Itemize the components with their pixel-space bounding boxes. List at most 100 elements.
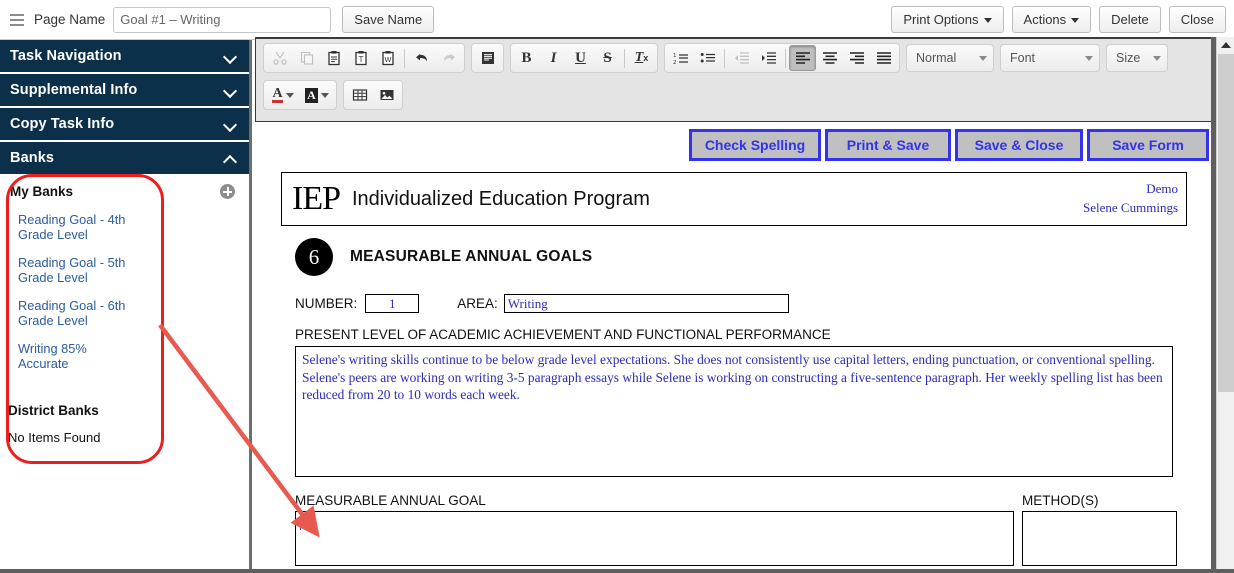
section-title: MEASURABLE ANNUAL GOALS (350, 248, 593, 265)
chevron-down-icon (983, 18, 992, 24)
justify-icon[interactable] (870, 45, 897, 71)
bank-item-writing-85-accurate[interactable]: Writing 85% Accurate (0, 341, 150, 371)
print-and-save-button[interactable]: Print & Save (825, 129, 951, 161)
toolbar-group-clipboard: T W (263, 43, 465, 73)
document-header: IEP Individualized Education Program Dem… (281, 172, 1187, 226)
save-form-button[interactable]: Save Form (1087, 129, 1209, 161)
bank-item-reading-goal-5th[interactable]: Reading Goal - 5th Grade Level (0, 255, 150, 285)
toolbar-group-basic-styles: B I U S Tx (510, 43, 658, 73)
save-and-close-button[interactable]: Save & Close (955, 129, 1083, 161)
methods-textarea[interactable] (1022, 511, 1177, 566)
toolbar-group-paragraph: 12 (664, 43, 900, 73)
number-area-row: NUMBER: 1 AREA: Writing (281, 294, 1187, 313)
bank-item-reading-goal-4th[interactable]: Reading Goal - 4th Grade Level (0, 212, 150, 242)
my-banks-header: My Banks (0, 184, 249, 199)
delete-button[interactable]: Delete (1099, 6, 1161, 33)
save-name-button[interactable]: Save Name (342, 6, 435, 33)
svg-text:W: W (384, 56, 391, 64)
banks-panel: My Banks Reading Goal - 4th Grade Level … (0, 176, 249, 445)
measurable-goal-label: MEASURABLE ANNUAL GOAL (295, 493, 486, 508)
align-center-icon[interactable] (816, 45, 843, 71)
print-options-label: Print Options (903, 12, 979, 27)
chevron-down-icon (224, 118, 237, 131)
outdent-icon[interactable] (728, 45, 755, 71)
my-banks-title: My Banks (10, 184, 74, 199)
chevron-down-icon (1153, 55, 1161, 61)
page-name-input[interactable] (113, 6, 332, 33)
bold-icon[interactable]: B (513, 45, 540, 71)
background-color-icon[interactable]: A (300, 82, 334, 108)
sidebar-section-label: Banks (10, 150, 55, 166)
rich-text-toolbar: T W B I U S T x 1 2 Normal Font Size A A (255, 37, 1216, 122)
sidebar-section-task-navigation[interactable]: Task Navigation (0, 40, 249, 74)
sidebar-section-label: Supplemental Info (10, 82, 138, 98)
strikethrough-icon[interactable]: S (594, 45, 621, 71)
print-options-button[interactable]: Print Options (891, 6, 1004, 33)
toolbar-divider (785, 48, 786, 68)
toolbar-divider (404, 48, 405, 68)
toolbar-group-insert (343, 80, 403, 110)
svg-text:T: T (357, 55, 363, 64)
image-icon[interactable] (373, 82, 400, 108)
paragraph-format-select[interactable]: Normal (906, 44, 994, 72)
sidebar-section-supplemental-info[interactable]: Supplemental Info (0, 74, 249, 108)
font-family-select[interactable]: Font (1000, 44, 1100, 72)
paste-word-icon[interactable]: W (374, 45, 401, 71)
district-banks-title: District Banks (8, 403, 99, 418)
present-level-textarea[interactable]: Selene's writing skills continue to be b… (295, 346, 1173, 477)
check-spelling-button[interactable]: Check Spelling (689, 129, 821, 161)
table-icon[interactable] (346, 82, 373, 108)
vertical-scrollbar[interactable] (1216, 37, 1234, 573)
remove-format-icon[interactable]: Tx (628, 45, 655, 71)
sidebar-section-banks[interactable]: Banks (0, 142, 249, 176)
methods-column: METHOD(S) (1022, 493, 1177, 566)
add-bank-icon[interactable] (220, 184, 235, 199)
copy-icon[interactable] (293, 45, 320, 71)
iep-document: IEP Individualized Education Program Dem… (281, 172, 1187, 566)
templates-icon[interactable] (474, 45, 501, 71)
underline-icon[interactable]: U (567, 45, 594, 71)
indent-icon[interactable] (755, 45, 782, 71)
toolbar-row-2: A A (256, 76, 1212, 110)
text-color-icon[interactable]: A (266, 82, 300, 108)
sidebar-section-copy-task-info[interactable]: Copy Task Info (0, 108, 249, 142)
chevron-down-icon (1085, 55, 1093, 61)
numbered-list-icon[interactable]: 12 (667, 45, 694, 71)
paragraph-format-value: Normal (916, 51, 957, 65)
chevron-down-icon (979, 55, 987, 61)
sidebar-section-label: Copy Task Info (10, 116, 115, 132)
goal-method-row: MEASURABLE ANNUAL GOAL METHOD(S) (281, 493, 1187, 566)
bulleted-list-icon[interactable] (694, 45, 721, 71)
align-left-icon[interactable] (789, 45, 816, 71)
number-label: NUMBER: (295, 296, 358, 311)
paste-icon[interactable] (320, 45, 347, 71)
toolbar-row-1: T W B I U S T x 1 2 Normal Font Size (256, 39, 1212, 73)
page-name-label: Page Name (34, 12, 106, 27)
measurable-goal-textarea[interactable] (295, 511, 1014, 566)
redo-icon[interactable] (435, 45, 462, 71)
svg-text:1: 1 (673, 53, 677, 59)
district-banks-empty-message: No Items Found (8, 430, 101, 445)
scroll-up-arrow-icon[interactable] (1217, 37, 1234, 53)
font-size-select[interactable]: Size (1106, 44, 1168, 72)
align-right-icon[interactable] (843, 45, 870, 71)
area-input[interactable]: Writing (503, 294, 789, 313)
close-button[interactable]: Close (1168, 6, 1226, 33)
number-input[interactable]: 1 (365, 294, 420, 313)
italic-icon[interactable]: I (540, 45, 567, 71)
cut-icon[interactable] (266, 45, 293, 71)
chevron-down-icon (285, 92, 294, 98)
chevron-down-icon (320, 92, 329, 98)
undo-icon[interactable] (408, 45, 435, 71)
student-name: Selene Cummings (1083, 200, 1178, 215)
bank-item-reading-goal-6th[interactable]: Reading Goal - 6th Grade Level (0, 298, 150, 328)
actions-button[interactable]: Actions (1011, 6, 1092, 33)
chevron-down-icon (224, 50, 237, 63)
scrollbar-thumb[interactable] (1218, 54, 1234, 392)
hamburger-menu-icon[interactable] (4, 13, 30, 26)
window-bottom-edge (0, 569, 1234, 573)
paste-text-icon[interactable]: T (347, 45, 374, 71)
editor-panel: T W B I U S T x 1 2 Normal Font Size A A… (255, 37, 1216, 573)
application-window: Page Name Save Name Print Options Action… (0, 0, 1234, 573)
toolbar-divider (724, 48, 725, 68)
